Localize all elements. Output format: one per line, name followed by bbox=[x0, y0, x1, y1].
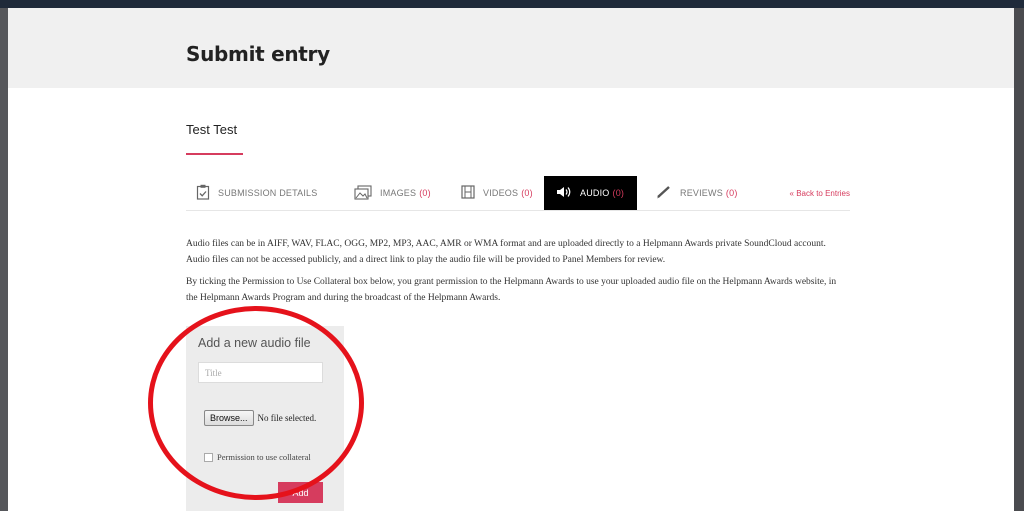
tab-label: REVIEWS bbox=[680, 188, 723, 198]
tab-submission-details[interactable]: SUBMISSION DETAILS bbox=[196, 176, 317, 210]
file-status: No file selected. bbox=[257, 413, 317, 423]
permission-checkbox[interactable] bbox=[204, 452, 213, 462]
title-input[interactable] bbox=[198, 362, 323, 383]
permission-description: By ticking the Permission to Use Collate… bbox=[186, 277, 837, 303]
tab-label: SUBMISSION DETAILS bbox=[218, 188, 318, 198]
back-to-entries-link[interactable]: « Back to Entries bbox=[790, 176, 850, 210]
window-frame-right bbox=[1014, 8, 1024, 511]
tab-count: (0) bbox=[521, 188, 533, 198]
tab-reviews[interactable]: REVIEWS (0) bbox=[656, 176, 738, 210]
add-audio-card: Add a new audio file Browse... No file s… bbox=[186, 326, 344, 511]
browser-top-bar bbox=[0, 0, 1024, 8]
browse-button[interactable]: Browse... bbox=[204, 410, 254, 426]
audio-format-description: Audio files can be in AIFF, WAV, FLAC, O… bbox=[186, 239, 826, 265]
page: Submit entry Test Test SUBMISSION DETAIL… bbox=[8, 8, 1014, 511]
film-icon bbox=[461, 185, 475, 201]
add-audio-heading: Add a new audio file bbox=[198, 336, 311, 350]
tab-count: (0) bbox=[612, 188, 625, 198]
tab-audio[interactable]: AUDIO (0) bbox=[544, 176, 637, 210]
window-frame-left bbox=[0, 8, 8, 511]
entry-name: Test Test bbox=[186, 122, 238, 137]
tab-images[interactable]: IMAGES (0) bbox=[354, 176, 431, 210]
tab-count: (0) bbox=[419, 188, 431, 198]
file-picker: Browse... No file selected. bbox=[204, 410, 316, 426]
permission-label: Permission to use collateral bbox=[217, 452, 311, 462]
tab-label: VIDEOS bbox=[483, 188, 519, 198]
tab-bar: SUBMISSION DETAILS IMAGES (0) VIDEOS (0) A… bbox=[186, 176, 850, 211]
permission-row: Permission to use collateral bbox=[204, 452, 311, 462]
tab-videos[interactable]: VIDEOS (0) bbox=[461, 176, 533, 210]
clipboard-icon bbox=[196, 184, 210, 202]
tab-label: IMAGES bbox=[380, 188, 417, 198]
images-icon bbox=[354, 184, 372, 202]
page-title: Submit entry bbox=[186, 42, 330, 66]
page-header: Submit entry bbox=[8, 8, 1014, 88]
tab-count: (0) bbox=[725, 188, 738, 198]
tab-label: AUDIO bbox=[580, 188, 610, 198]
pen-icon bbox=[656, 185, 672, 201]
add-button[interactable]: Add bbox=[278, 482, 323, 503]
entry-underline bbox=[186, 153, 243, 155]
speaker-icon bbox=[556, 186, 572, 200]
